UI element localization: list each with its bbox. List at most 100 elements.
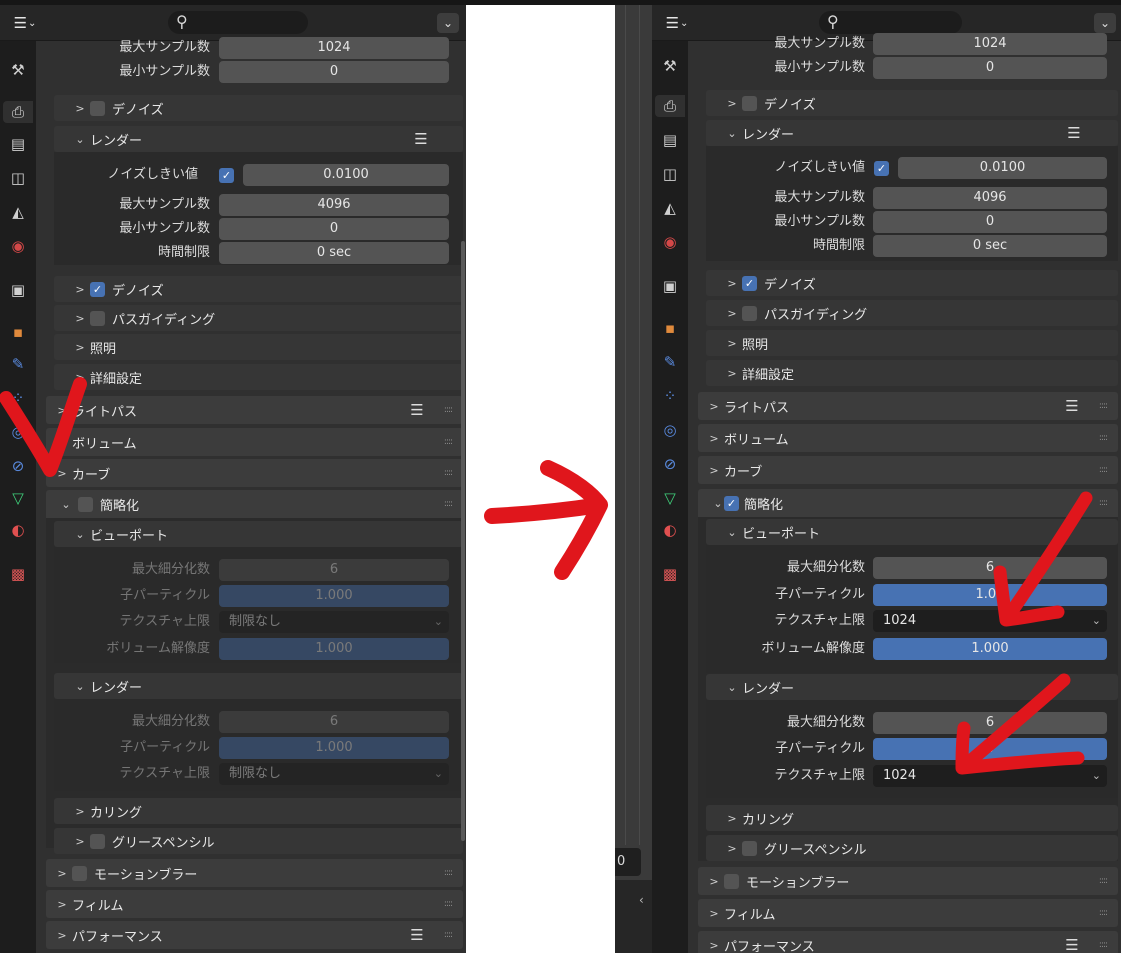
drag-grip-icon[interactable]: :::: — [441, 859, 455, 887]
collapse-chevron-icon[interactable]: ‹ — [639, 893, 644, 907]
object-icon[interactable]: ▪ — [659, 317, 681, 339]
max-samples-field[interactable]: 1024 — [219, 37, 449, 59]
time-limit-field[interactable]: 0 sec — [873, 235, 1107, 257]
subpanel-lighting[interactable]: > 照明 — [54, 334, 463, 360]
preset-list-icon[interactable]: ☰ — [1064, 120, 1084, 146]
viewport-volume-resolution-field[interactable]: 1.000 — [219, 638, 449, 660]
time-limit-field[interactable]: 0 sec — [219, 242, 449, 264]
section-volumes[interactable]: > ボリューム :::: — [698, 424, 1118, 452]
world-icon[interactable]: ◉ — [7, 235, 29, 257]
subpanel-render[interactable]: ⌄ レンダー ☰ — [54, 126, 463, 152]
section-performance[interactable]: > パフォーマンス ☰ :::: — [698, 931, 1118, 953]
modifier-icon[interactable]: ✎ — [7, 353, 29, 375]
motion-blur-checkbox[interactable] — [72, 866, 87, 881]
section-volumes[interactable]: > ボリューム :::: — [46, 428, 463, 456]
constraints-icon[interactable]: ⊘ — [7, 455, 29, 477]
simplify-checkbox[interactable]: ✓ — [724, 496, 739, 511]
subpanel-culling[interactable]: > カリング — [706, 805, 1118, 831]
simplify-checkbox[interactable] — [78, 497, 93, 512]
subpanel-path-guiding[interactable]: > パスガイディング — [706, 300, 1118, 326]
path-guiding-checkbox[interactable] — [742, 306, 757, 321]
material-icon[interactable]: ◐ — [7, 519, 29, 541]
output-icon[interactable]: ▤ — [7, 133, 29, 155]
section-curves[interactable]: > カーブ :::: — [46, 459, 463, 487]
viewport-max-subdiv-field[interactable]: 6 — [219, 559, 449, 581]
render-child-particles-field[interactable]: 0 — [873, 738, 1107, 760]
data-icon[interactable]: ▽ — [659, 487, 681, 509]
tool-icon[interactable]: ⚒ — [659, 55, 681, 77]
section-performance[interactable]: > パフォーマンス ☰ :::: — [46, 921, 463, 949]
drag-grip-icon[interactable]: :::: — [1096, 489, 1110, 517]
min-samples-field[interactable]: 0 — [873, 57, 1107, 79]
search-field[interactable]: ⚲ — [168, 11, 308, 34]
scene-icon[interactable]: ◭ — [7, 201, 29, 223]
min-samples-field[interactable]: 0 — [219, 61, 449, 83]
subpanel-advanced[interactable]: > 詳細設定 — [706, 360, 1118, 386]
drag-grip-icon[interactable]: :::: — [441, 890, 455, 918]
scene-icon[interactable]: ◭ — [659, 197, 681, 219]
denoise-checkbox[interactable]: ✓ — [742, 276, 757, 291]
view-layer-icon[interactable]: ◫ — [659, 163, 681, 185]
output-icon[interactable]: ▤ — [659, 129, 681, 151]
render-max-subdiv-field[interactable]: 6 — [219, 711, 449, 733]
render-texture-limit-dropdown[interactable]: 1024 ⌄ — [873, 765, 1107, 787]
world-icon[interactable]: ◉ — [659, 231, 681, 253]
render-max-subdiv-field[interactable]: 6 — [873, 712, 1107, 734]
noise-threshold-checkbox[interactable]: ✓ — [219, 168, 234, 183]
subpanel-denoise-render[interactable]: > ✓ デノイズ — [706, 270, 1118, 296]
section-film[interactable]: > フィルム :::: — [46, 890, 463, 918]
render-min-samples-field[interactable]: 0 — [219, 218, 449, 240]
collection-icon[interactable]: ▣ — [659, 275, 681, 297]
render-child-particles-field[interactable]: 1.000 — [219, 737, 449, 759]
viewport-texture-limit-dropdown[interactable]: 1024 ⌄ — [873, 610, 1107, 632]
subpanel-advanced[interactable]: > 詳細設定 — [54, 364, 463, 390]
view-layer-icon[interactable]: ◫ — [7, 167, 29, 189]
search-field[interactable]: ⚲ — [819, 11, 962, 34]
preset-list-icon[interactable]: ☰ — [411, 126, 431, 152]
drag-grip-icon[interactable]: :::: — [441, 459, 455, 487]
subpanel-viewport[interactable]: ⌄ ビューポート — [54, 521, 463, 547]
drag-grip-icon[interactable]: :::: — [1096, 867, 1110, 895]
section-curves[interactable]: > カーブ :::: — [698, 456, 1118, 484]
collection-icon[interactable]: ▣ — [7, 279, 29, 301]
section-simplify[interactable]: ⌄ 簡略化 :::: — [46, 490, 463, 518]
options-dropdown[interactable]: ⌄ — [1094, 13, 1116, 33]
subpanel-grease-pencil[interactable]: > グリースペンシル — [54, 828, 463, 854]
viewport-child-particles-field[interactable]: 1.000 — [219, 585, 449, 607]
material-icon[interactable]: ◐ — [659, 519, 681, 541]
texture-icon[interactable]: ▩ — [659, 563, 681, 585]
grease-pencil-checkbox[interactable] — [90, 834, 105, 849]
viewport-max-subdiv-field[interactable]: 6 — [873, 557, 1107, 579]
denoise-checkbox[interactable] — [742, 96, 757, 111]
viewport-volume-resolution-field[interactable]: 1.000 — [873, 638, 1107, 660]
object-icon[interactable]: ▪ — [7, 321, 29, 343]
noise-threshold-checkbox[interactable]: ✓ — [874, 161, 889, 176]
section-motion-blur[interactable]: > モーションブラー :::: — [46, 859, 463, 887]
subpanel-denoise-viewport[interactable]: > デノイズ — [706, 90, 1118, 116]
render-max-samples-field[interactable]: 4096 — [873, 187, 1107, 209]
preset-list-icon[interactable]: ☰ — [407, 396, 427, 424]
drag-grip-icon[interactable]: :::: — [441, 428, 455, 456]
drag-grip-icon[interactable]: :::: — [1096, 456, 1110, 484]
denoise-checkbox[interactable] — [90, 101, 105, 116]
subpanel-viewport[interactable]: ⌄ ビューポート — [706, 519, 1118, 545]
motion-blur-checkbox[interactable] — [724, 874, 739, 889]
section-simplify[interactable]: ⌄ ✓ 簡略化 :::: — [698, 489, 1118, 517]
subpanel-render-simplify[interactable]: ⌄ レンダー — [706, 674, 1118, 700]
texture-icon[interactable]: ▩ — [7, 563, 29, 585]
viewport-texture-limit-dropdown[interactable]: 制限なし ⌄ — [219, 611, 449, 633]
render-min-samples-field[interactable]: 0 — [873, 211, 1107, 233]
options-dropdown[interactable]: ⌄ — [437, 13, 459, 33]
preset-list-icon[interactable]: ☰ — [1062, 392, 1082, 420]
drag-grip-icon[interactable]: :::: — [1096, 392, 1110, 420]
constraints-icon[interactable]: ⊘ — [659, 453, 681, 475]
subpanel-denoise-render[interactable]: > ✓ デノイズ — [54, 276, 463, 302]
preset-list-icon[interactable]: ☰ — [407, 921, 427, 949]
data-icon[interactable]: ▽ — [7, 487, 29, 509]
subpanel-lighting[interactable]: > 照明 — [706, 330, 1118, 356]
grease-pencil-checkbox[interactable] — [742, 841, 757, 856]
modifier-icon[interactable]: ✎ — [659, 351, 681, 373]
render-max-samples-field[interactable]: 4096 — [219, 194, 449, 216]
drag-grip-icon[interactable]: :::: — [1096, 424, 1110, 452]
frame-field[interactable]: 0 — [615, 848, 641, 876]
